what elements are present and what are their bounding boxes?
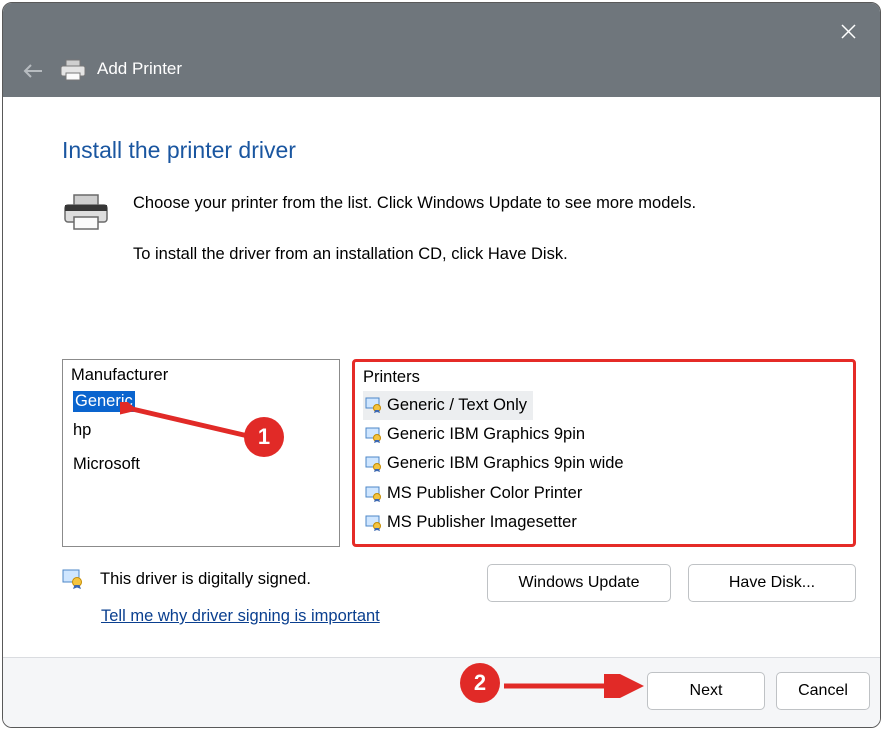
certificate-icon — [365, 456, 383, 472]
printer-item-3[interactable]: MS Publisher Color Printer — [363, 479, 845, 509]
driver-signed-text: This driver is digitally signed. — [100, 570, 311, 589]
windows-update-button[interactable]: Windows Update — [487, 564, 671, 602]
printer-icon — [59, 59, 87, 81]
printer-item-1[interactable]: Generic IBM Graphics 9pin — [363, 420, 845, 450]
manufacturer-header: Manufacturer — [71, 364, 331, 389]
certificate-icon — [62, 569, 84, 589]
title-bar: Add Printer — [3, 3, 880, 97]
manufacturer-item-microsoft[interactable]: Microsoft — [71, 448, 331, 482]
manufacturer-item-generic[interactable]: Generic — [71, 389, 331, 414]
close-icon — [841, 24, 856, 39]
certificate-icon — [365, 427, 383, 443]
printer-item-4[interactable]: MS Publisher Imagesetter — [363, 508, 845, 538]
certificate-icon — [365, 515, 383, 531]
page-heading: Install the printer driver — [62, 137, 296, 164]
back-button[interactable] — [21, 59, 45, 83]
content-area: Install the printer driver Choose your p… — [3, 97, 880, 657]
back-arrow-icon — [23, 63, 43, 79]
have-disk-button[interactable]: Have Disk... — [688, 564, 856, 602]
instruction-line-1: Choose your printer from the list. Click… — [133, 194, 696, 213]
manufacturer-list[interactable]: Manufacturer Generic hp Microsoft — [62, 359, 340, 547]
driver-signing-link[interactable]: Tell me why driver signing is important — [101, 607, 380, 626]
annotation-badge-1: 1 — [244, 417, 284, 457]
annotation-badge-2: 2 — [460, 663, 500, 703]
printer-icon — [62, 193, 110, 231]
manufacturer-item-hp[interactable]: hp — [71, 414, 331, 448]
footer-bar: Next Cancel — [3, 657, 880, 727]
window-title: Add Printer — [97, 59, 182, 79]
printers-header: Printers — [363, 366, 845, 391]
printer-item-0[interactable]: Generic / Text Only — [363, 391, 533, 420]
close-button[interactable] — [830, 13, 866, 49]
cancel-button[interactable]: Cancel — [776, 672, 870, 710]
printers-list[interactable]: Printers Generic / Text Only Generic IBM… — [352, 359, 856, 547]
instruction-line-2: To install the driver from an installati… — [133, 245, 568, 264]
certificate-icon — [365, 486, 383, 502]
printer-item-2[interactable]: Generic IBM Graphics 9pin wide — [363, 449, 845, 479]
certificate-icon — [365, 397, 383, 413]
driver-signed-row: This driver is digitally signed. — [62, 569, 311, 589]
next-button[interactable]: Next — [647, 672, 765, 710]
